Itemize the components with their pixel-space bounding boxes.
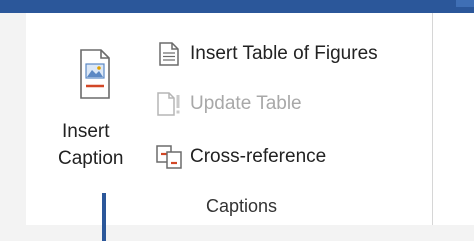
group-separator — [432, 13, 433, 225]
update-table-label: Update Table — [190, 93, 302, 114]
insert-caption-icon — [75, 42, 113, 108]
ribbon-footer — [0, 225, 474, 241]
insert-caption-label-line1: Insert — [62, 121, 110, 142]
cross-reference-label: Cross-reference — [190, 146, 327, 167]
cross-reference-button[interactable]: Cross-reference — [154, 141, 326, 173]
title-bar — [0, 0, 474, 13]
insert-caption-label: Insert Caption — [54, 118, 150, 172]
update-table-icon — [154, 90, 184, 118]
insert-table-of-figures-label: Insert Table of Figures — [190, 43, 378, 64]
insert-table-of-figures-button[interactable]: Insert Table of Figures — [154, 38, 378, 70]
cross-reference-icon — [154, 143, 184, 171]
focus-indicator — [102, 193, 106, 241]
table-of-figures-icon — [154, 40, 184, 68]
insert-caption-button[interactable]: Insert Caption — [54, 34, 150, 194]
insert-caption-label-line2: Caption — [58, 148, 124, 169]
ribbon-left-edge — [0, 13, 26, 241]
title-bar-edge — [456, 0, 474, 7]
captions-group-label: Captions — [206, 196, 278, 216]
update-table-button[interactable]: Update Table — [154, 88, 302, 120]
